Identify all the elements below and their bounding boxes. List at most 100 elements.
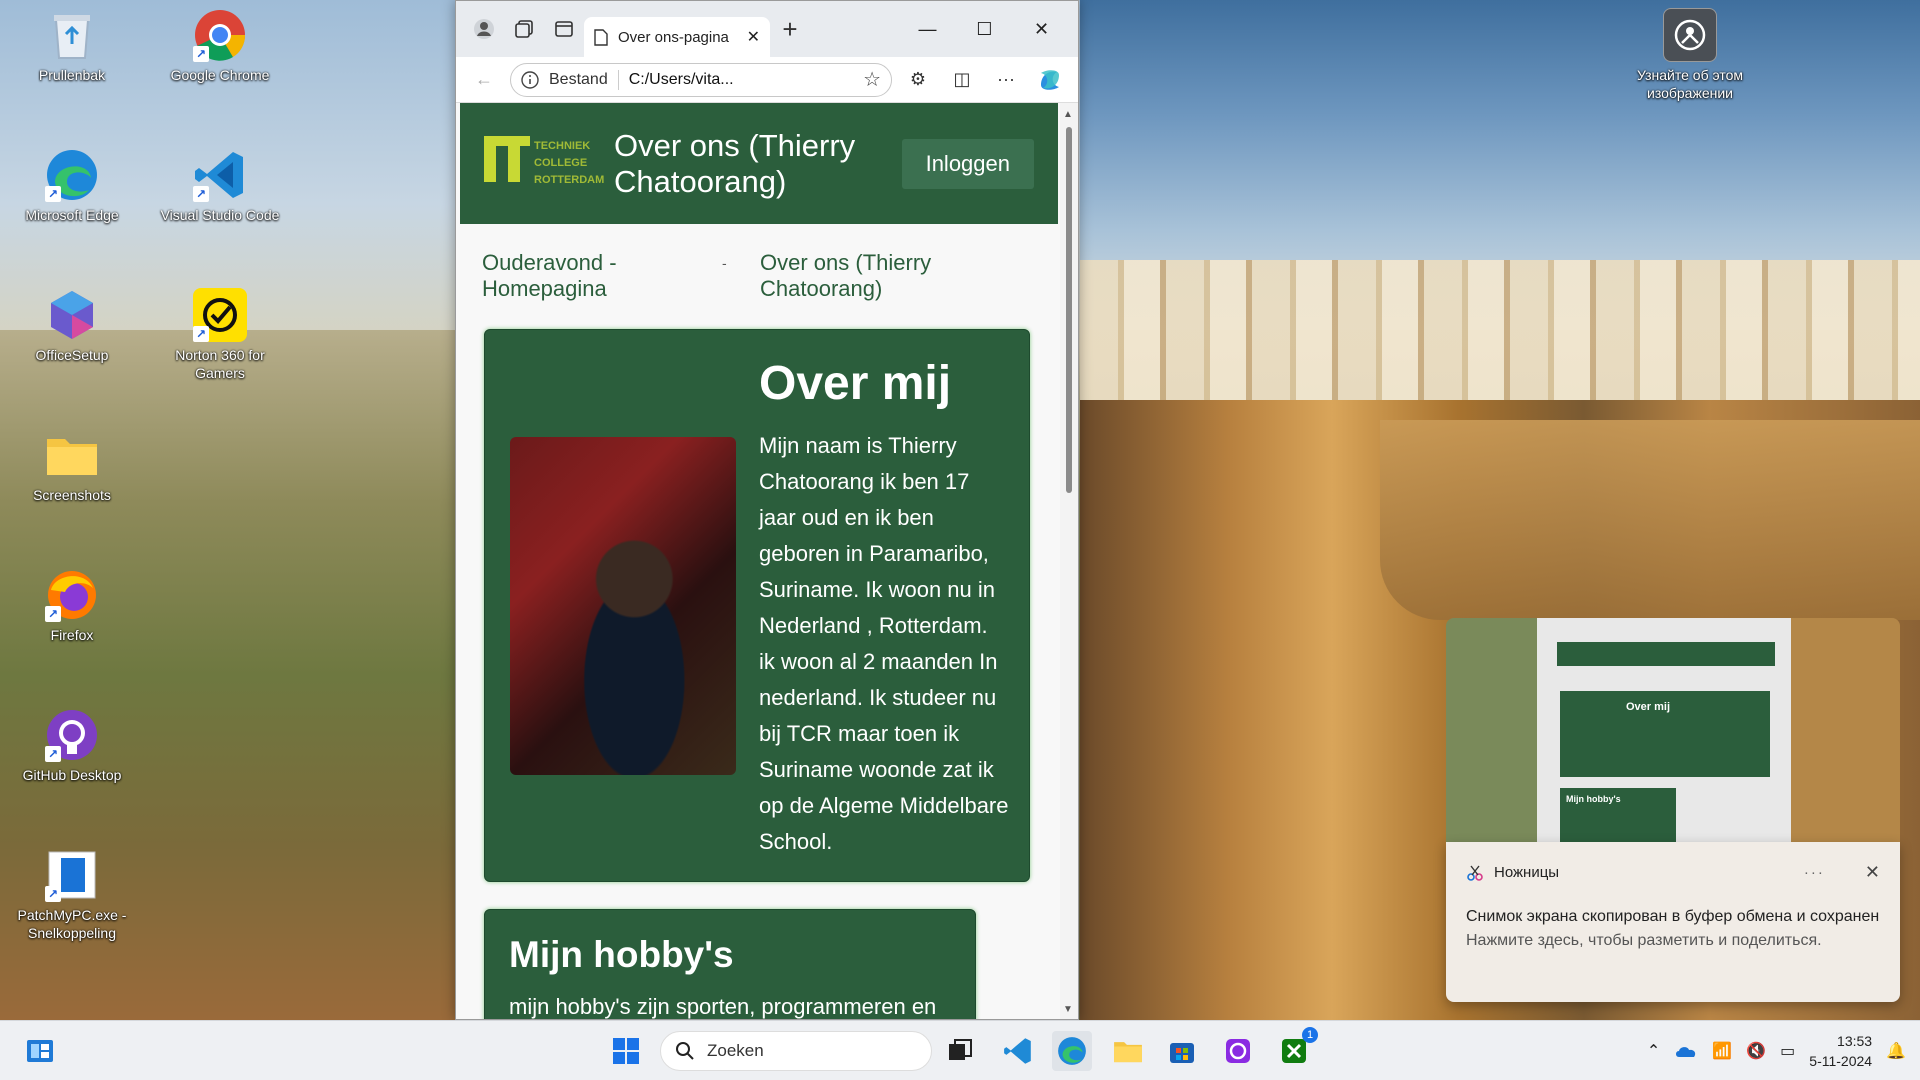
back-button[interactable]: ← — [466, 63, 502, 97]
scroll-down-icon[interactable]: ▼ — [1063, 1004, 1073, 1015]
address-toolbar: ← Bestand C:/Users/vita... ☆ ⚙ ◫ ··· — [456, 57, 1078, 103]
profile-icon — [474, 19, 494, 39]
desktop-icon-vscode[interactable]: ↗ Visual Studio Code — [156, 148, 284, 224]
about-heading: Over mij — [759, 357, 952, 410]
logo-bar — [508, 145, 520, 182]
widgets-icon — [27, 1040, 53, 1062]
copilot-button[interactable] — [1032, 63, 1068, 97]
widgets-button[interactable] — [20, 1031, 60, 1071]
split-screen-icon: ◫ — [953, 69, 971, 89]
shortcut-arrow-icon: ↗ — [193, 326, 209, 342]
hobbies-heading: Mijn hobby's — [509, 934, 734, 975]
desktop-icon-label: Norton 360 for Gamers — [175, 347, 265, 381]
onedrive-icon[interactable] — [1674, 1043, 1698, 1059]
desktop-icon-label: Google Chrome — [170, 67, 270, 83]
desktop-icon-chrome[interactable]: ↗ Google Chrome — [156, 8, 284, 84]
shortcut-arrow-icon: ↗ — [45, 746, 61, 762]
desktop-icon-learn-image[interactable]: Узнайте об этом изображении — [1626, 8, 1754, 102]
task-view-icon — [949, 1039, 972, 1060]
login-button[interactable]: Inloggen — [901, 138, 1034, 189]
site-header: TECHNIEK COLLEGE ROTTERDAM Over ons (Thi… — [460, 103, 1058, 224]
desktop-icon-edge[interactable]: ↗ Microsoft Edge — [8, 148, 136, 224]
notification-close-icon[interactable]: ✕ — [1865, 862, 1880, 883]
desktop-icon-label: PatchMyPC.exe - Snelkoppeling — [17, 907, 127, 941]
close-icon: ✕ — [1033, 18, 1050, 39]
chrome-icon: ↗ — [193, 8, 247, 62]
notification-more-button[interactable]: ··· — [1804, 864, 1825, 881]
workspaces-button[interactable] — [504, 9, 544, 49]
notifications-bell-icon[interactable]: 🔔 — [1886, 1041, 1906, 1061]
notification-header: Ножницы ··· ✕ — [1466, 862, 1880, 883]
taskbar-search[interactable]: Zoeken — [660, 1031, 932, 1071]
tab-close-icon[interactable]: ✕ — [747, 27, 760, 47]
preview-card: Over mij — [1560, 691, 1770, 777]
volume-muted-icon[interactable]: 🔇 — [1746, 1041, 1766, 1061]
about-text: Mijn naam is Thierry Chatoorang ik ben 1… — [759, 433, 1009, 854]
chevron-up-icon[interactable]: ⌃ — [1647, 1041, 1660, 1061]
favorite-star-icon[interactable]: ☆ — [863, 67, 881, 92]
desktop-icon-label: Microsoft Edge — [25, 207, 119, 223]
scroll-up-icon[interactable]: ▲ — [1063, 109, 1073, 120]
start-button[interactable] — [606, 1031, 646, 1071]
clock-time: 13:53 — [1837, 1033, 1873, 1049]
notification-badge: 1 — [1302, 1027, 1318, 1043]
notification-app-name: Ножницы — [1494, 864, 1560, 881]
search-icon — [676, 1042, 694, 1060]
taskbar-xbox[interactable]: 1 — [1274, 1027, 1318, 1071]
extensions-button[interactable]: ⚙ — [900, 63, 936, 97]
task-view-button[interactable] — [940, 1031, 980, 1071]
edge-icon — [1058, 1037, 1086, 1065]
hobbies-text: mijn hobby's zijn sporten, programmeren … — [509, 994, 937, 1019]
preview-card-2-title: Mijn hobby's — [1566, 794, 1621, 804]
battery-icon[interactable]: ▭ — [1780, 1041, 1795, 1061]
tab-actions-button[interactable] — [544, 9, 584, 49]
taskbar-app-purple[interactable] — [1218, 1031, 1258, 1071]
taskbar-file-explorer[interactable] — [1108, 1031, 1148, 1071]
github-icon: ↗ — [45, 708, 99, 762]
desktop-icon-patchmypc[interactable]: ↗ PatchMyPC.exe - Snelkoppeling — [8, 848, 136, 942]
desktop-icon-recycle-bin[interactable]: Prullenbak — [8, 8, 136, 84]
desktop-icon-label: Firefox — [50, 627, 94, 643]
desktop-icon-github[interactable]: ↗ GitHub Desktop — [8, 708, 136, 784]
browser-window: Over ons-pagina ✕ + — ☐ ✕ ← Bestand C:/U… — [455, 0, 1079, 1020]
close-window-button[interactable]: ✕ — [1013, 9, 1070, 49]
desktop-icon-label: Prullenbak — [38, 67, 106, 83]
wallpaper-bridge — [1380, 420, 1920, 620]
wifi-icon[interactable]: 📶 — [1712, 1041, 1732, 1061]
desktop-icon-label: GitHub Desktop — [22, 767, 122, 783]
screenshot-preview[interactable]: Over mij Mijn hobby's — [1446, 618, 1900, 842]
folder-icon — [45, 428, 99, 482]
more-menu-button[interactable]: ··· — [988, 63, 1024, 97]
breadcrumb-current-link[interactable]: Over ons (Thierry Chatoorang) — [760, 250, 980, 302]
clock-date: 5-11-2024 — [1809, 1053, 1873, 1069]
system-tray: ⌃ 📶 🔇 ▭ 13:53 5-11-2024 🔔 — [1647, 1021, 1920, 1080]
scrollbar-thumb[interactable] — [1066, 127, 1072, 493]
profile-button[interactable] — [464, 9, 504, 49]
desktop-icon-screenshots[interactable]: Screenshots — [8, 428, 136, 504]
tab-bar: Over ons-pagina ✕ + — ☐ ✕ — [456, 1, 1078, 57]
desktop-icon-firefox[interactable]: ↗ Firefox — [8, 568, 136, 644]
taskbar-vscode[interactable] — [998, 1031, 1038, 1071]
maximize-button[interactable]: ☐ — [956, 9, 1013, 49]
hobbies-card: Mijn hobby's mijn hobby's zijn sporten, … — [484, 909, 976, 1019]
snipping-tool-notification[interactable]: Ножницы ··· ✕ Снимок экрана скопирован в… — [1446, 842, 1900, 1002]
desktop-icon-label: OfficeSetup — [35, 347, 109, 363]
breadcrumb-home-link[interactable]: Ouderavond - Homepagina — [482, 250, 722, 302]
desktop-icon-norton[interactable]: ↗ Norton 360 for Gamers — [156, 288, 284, 382]
taskbar-store[interactable] — [1162, 1031, 1202, 1071]
page-scrollbar[interactable]: ▲ ▼ — [1060, 103, 1078, 1019]
edge-icon: ↗ — [45, 148, 99, 202]
taskbar-edge[interactable] — [1052, 1031, 1092, 1071]
norton-icon: ↗ — [193, 288, 247, 342]
taskbar: Zoeken 1 ⌃ 📶 🔇 ▭ 13:53 5-11-2024 🔔 — [0, 1020, 1920, 1080]
shortcut-arrow-icon: ↗ — [45, 606, 61, 622]
shortcut-arrow-icon: ↗ — [193, 186, 209, 202]
new-tab-button[interactable]: + — [770, 9, 810, 49]
minimize-button[interactable]: — — [899, 9, 956, 49]
split-screen-button[interactable]: ◫ — [944, 63, 980, 97]
clock[interactable]: 13:53 5-11-2024 — [1809, 1031, 1872, 1071]
desktop-icon-officesetup[interactable]: OfficeSetup — [8, 288, 136, 364]
preview-card-title: Over mij — [1626, 701, 1671, 713]
tab-over-ons[interactable]: Over ons-pagina ✕ — [584, 17, 770, 57]
address-bar[interactable]: Bestand C:/Users/vita... ☆ — [510, 62, 892, 97]
